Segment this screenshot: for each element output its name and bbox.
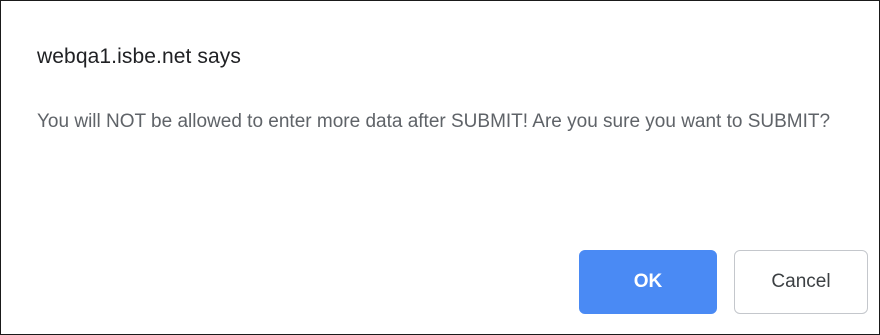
alert-dialog: webqa1.isbe.net says You will NOT be all…	[0, 0, 880, 335]
ok-button[interactable]: OK	[579, 250, 717, 314]
dialog-title: webqa1.isbe.net says	[37, 45, 241, 68]
dialog-message: You will NOT be allowed to enter more da…	[37, 111, 831, 132]
cancel-button[interactable]: Cancel	[734, 250, 868, 314]
